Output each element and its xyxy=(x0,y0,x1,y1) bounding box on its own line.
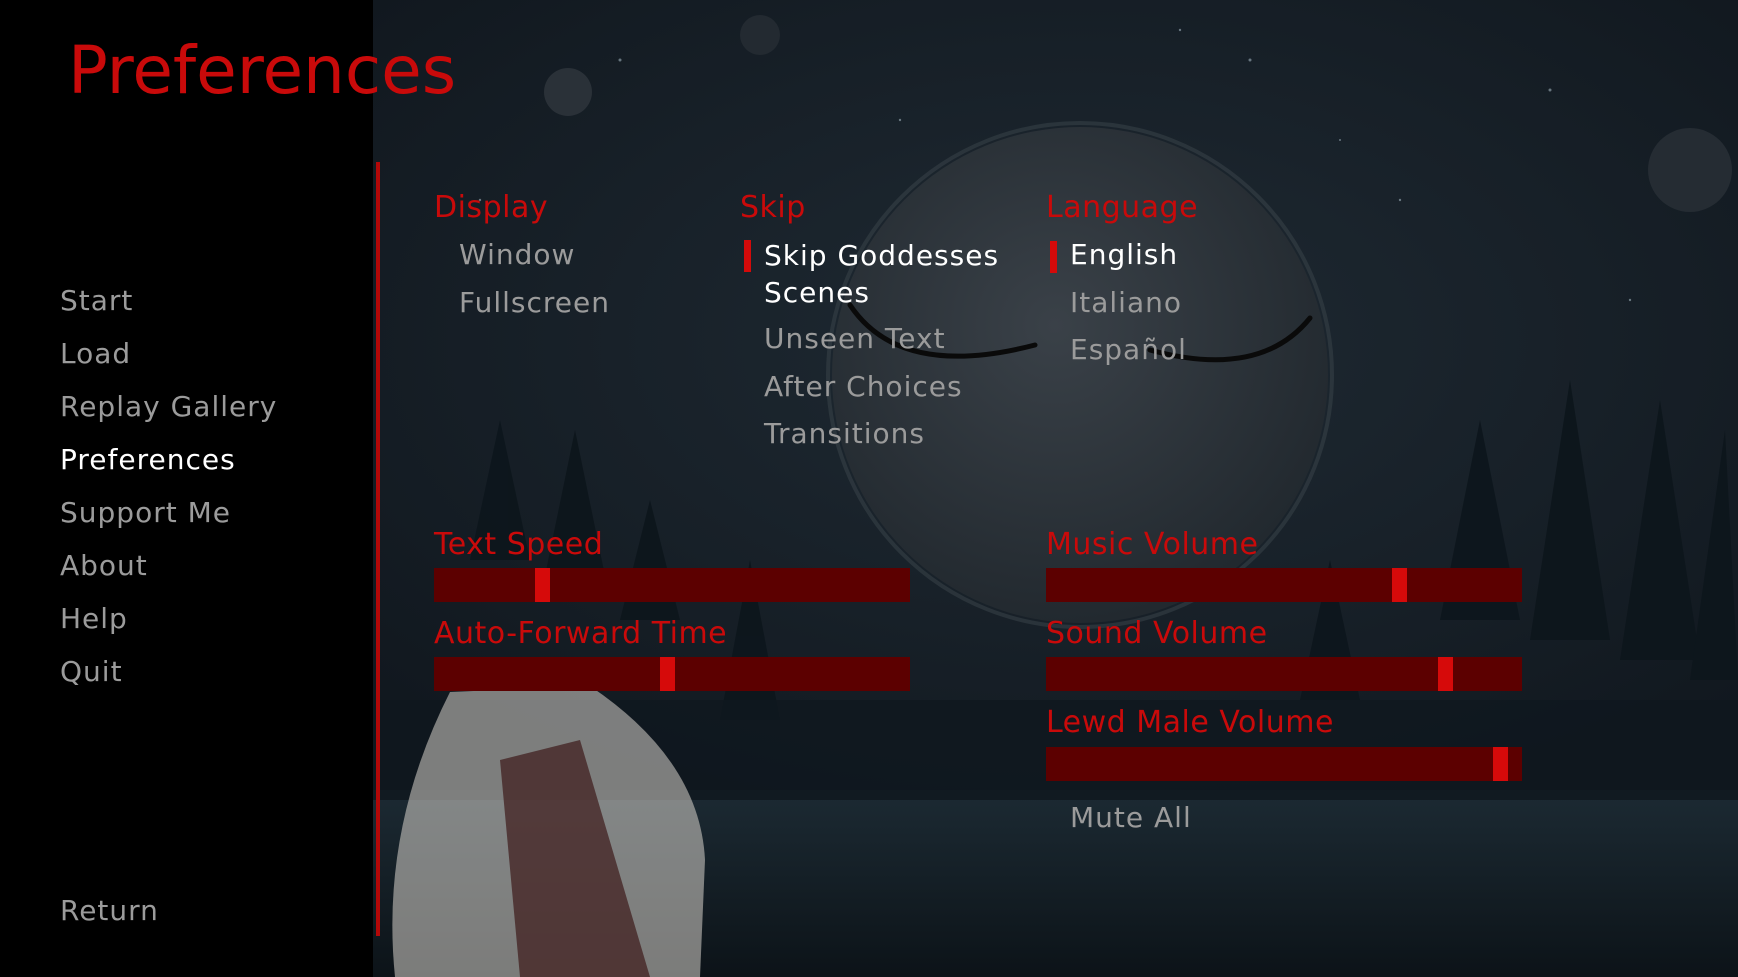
display-fullscreen-option[interactable]: Fullscreen xyxy=(459,286,610,319)
lewd-male-volume-slider-thumb[interactable] xyxy=(1493,747,1508,781)
auto-forward-time-label: Auto-Forward Time xyxy=(434,616,728,651)
display-window-option[interactable]: Window xyxy=(459,238,575,271)
sound-volume-slider-thumb[interactable] xyxy=(1438,657,1453,691)
lewd-male-volume-slider[interactable] xyxy=(1046,747,1522,781)
language-italiano-option[interactable]: Italiano xyxy=(1070,286,1182,319)
skip-after-choices-option[interactable]: After Choices xyxy=(764,370,963,403)
nav-replay-gallery[interactable]: Replay Gallery xyxy=(60,390,277,423)
language-espanol-option[interactable]: Español xyxy=(1070,333,1187,366)
sound-volume-slider[interactable] xyxy=(1046,657,1522,691)
language-english-option[interactable]: English xyxy=(1049,238,1178,273)
auto-forward-time-slider[interactable] xyxy=(434,657,910,691)
nav-support-me[interactable]: Support Me xyxy=(60,496,231,529)
sound-volume-label: Sound Volume xyxy=(1046,616,1268,651)
music-volume-slider-thumb[interactable] xyxy=(1392,568,1407,602)
display-header: Display xyxy=(434,190,549,225)
music-volume-label: Music Volume xyxy=(1046,527,1259,562)
auto-forward-time-slider-thumb[interactable] xyxy=(660,657,675,691)
skip-goddesses-scenes-option[interactable]: Skip Goddesses Scenes xyxy=(744,237,1024,311)
text-speed-label: Text Speed xyxy=(434,527,604,562)
skip-unseen-text-option[interactable]: Unseen Text xyxy=(764,322,946,355)
mute-all-option[interactable]: Mute All xyxy=(1070,801,1192,834)
nav-load[interactable]: Load xyxy=(60,337,131,370)
nav-preferences[interactable]: Preferences xyxy=(60,443,236,476)
text-speed-slider[interactable] xyxy=(434,568,910,602)
lewd-male-volume-label: Lewd Male Volume xyxy=(1046,705,1334,740)
text-speed-slider-thumb[interactable] xyxy=(535,568,550,602)
page-title: Preferences xyxy=(68,32,457,109)
nav-quit[interactable]: Quit xyxy=(60,655,123,688)
nav-start[interactable]: Start xyxy=(60,284,133,317)
language-header: Language xyxy=(1046,190,1199,225)
nav-about[interactable]: About xyxy=(60,549,148,582)
return-button[interactable]: Return xyxy=(60,894,159,927)
skip-transitions-option[interactable]: Transitions xyxy=(764,417,925,450)
skip-header: Skip xyxy=(740,190,806,225)
nav-help[interactable]: Help xyxy=(60,602,128,635)
panel-divider xyxy=(376,162,380,936)
music-volume-slider[interactable] xyxy=(1046,568,1522,602)
navigation-panel xyxy=(0,0,373,977)
